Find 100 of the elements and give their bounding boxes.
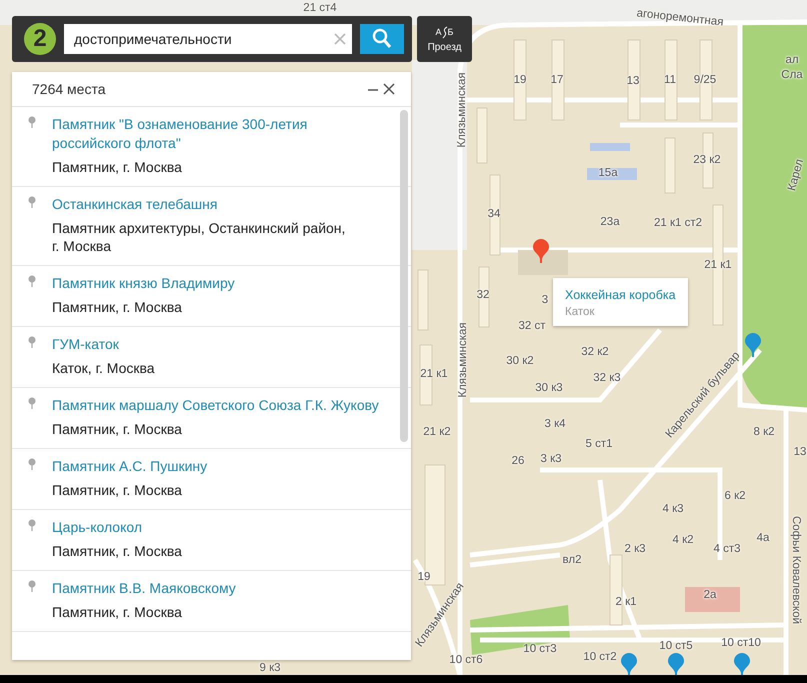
map-label: 30 к2 bbox=[506, 355, 534, 367]
pin-icon bbox=[28, 336, 36, 348]
popup-title[interactable]: Хоккейная коробка bbox=[565, 288, 676, 302]
map-label: 23 к2 bbox=[693, 154, 721, 166]
map-label: вл2 bbox=[562, 554, 582, 566]
map-label: 4 к3 bbox=[662, 503, 684, 515]
pin-icon bbox=[28, 196, 36, 208]
route-button[interactable]: А Б Проезд bbox=[417, 16, 472, 62]
map-label: 4 к2 bbox=[672, 534, 694, 546]
result-count: 7264 места bbox=[32, 81, 106, 97]
pin-icon bbox=[28, 580, 36, 592]
map-label: 10 ст3 bbox=[523, 643, 557, 655]
building-block bbox=[476, 108, 488, 164]
building-block bbox=[418, 270, 428, 330]
result-title-link[interactable]: Памятник В.В. Маяковскому bbox=[52, 579, 236, 598]
map-label: 32 bbox=[476, 289, 490, 301]
pin-icon bbox=[28, 458, 36, 470]
map-label: 10 ст2 bbox=[583, 651, 617, 663]
map-label: 3 к4 bbox=[544, 418, 566, 430]
map-label: Софьи Ковалевской bbox=[790, 516, 802, 624]
map-label: 26 bbox=[512, 455, 524, 467]
result-subtitle: Памятник, г. Москва bbox=[52, 298, 183, 316]
result-subtitle: Памятник архитектуры, Останкинский район, г. Москва bbox=[52, 219, 346, 255]
map-label: 4а bbox=[756, 532, 770, 544]
map-label: 21 ст4 bbox=[303, 2, 337, 14]
result-subtitle: Памятник, г. Москва bbox=[52, 603, 183, 621]
building-block bbox=[664, 138, 676, 194]
map-label: 2 к1 bbox=[615, 596, 637, 608]
map-label: Карел bbox=[786, 158, 806, 192]
map-label: 21 к1 bbox=[420, 368, 448, 380]
clear-button[interactable] bbox=[334, 33, 346, 45]
building-drawing bbox=[685, 587, 740, 612]
map-label: 34 bbox=[488, 208, 500, 220]
map-label: 3 bbox=[542, 294, 548, 306]
location-pin-icon[interactable] bbox=[667, 652, 685, 675]
building-block bbox=[478, 266, 490, 328]
pin-icon bbox=[28, 519, 36, 531]
result-subtitle: Каток, г. Москва bbox=[52, 359, 156, 377]
map-label: 10 ст6 bbox=[449, 654, 483, 666]
result-title-link[interactable]: Памятник А.С. Пушкину bbox=[52, 457, 208, 476]
map-label: 4 ст3 bbox=[714, 543, 740, 555]
building-block bbox=[610, 554, 622, 626]
map-label: 21 к2 bbox=[423, 426, 451, 438]
result-subtitle: Памятник, г. Москва bbox=[52, 420, 183, 438]
map-label: Клязьминская bbox=[457, 322, 469, 398]
location-pin-icon[interactable] bbox=[733, 652, 751, 675]
search-icon[interactable] bbox=[372, 28, 392, 50]
map-label: 32 ст bbox=[518, 320, 546, 332]
map-label: 15а bbox=[598, 167, 618, 179]
map-label: 19 bbox=[514, 74, 526, 86]
result-title-link[interactable]: Памятник маршалу Советского Союза Г.К. Жукову bbox=[52, 396, 379, 415]
pin-icon bbox=[28, 116, 36, 128]
result-subtitle: Памятник, г. Москва bbox=[52, 158, 183, 176]
pin-icon bbox=[28, 397, 36, 409]
result-title-link[interactable]: Памятник "В ознаменование 300-летия российского флота" bbox=[52, 115, 384, 153]
place-popup[interactable]: Хоккейная коробка Каток bbox=[553, 278, 688, 326]
search-field[interactable]: достопримечательности bbox=[64, 24, 352, 54]
map-label: 9/25 bbox=[694, 74, 716, 86]
search-button[interactable] bbox=[360, 24, 404, 54]
map-label: 21 к1 bbox=[704, 259, 732, 271]
result-title-link[interactable]: Царь-колокол bbox=[52, 518, 142, 537]
result-subtitle: Памятник, г. Москва bbox=[52, 542, 183, 560]
map-label: 2а bbox=[704, 589, 716, 601]
map-label: 10 ст5 bbox=[659, 640, 693, 652]
location-pin-icon[interactable] bbox=[532, 238, 550, 264]
result-title-link[interactable]: Памятник князю Владимиру bbox=[52, 274, 235, 293]
map-label: 11 bbox=[664, 74, 676, 86]
map-label: 32 к2 bbox=[581, 346, 609, 358]
scrollbar-thumb[interactable] bbox=[400, 110, 408, 442]
result-subtitle: Памятник, г. Москва bbox=[52, 481, 183, 499]
map-label: 8 к2 bbox=[753, 426, 775, 438]
building-block bbox=[420, 344, 432, 406]
map-label: 23а bbox=[600, 216, 620, 228]
map-label: 10 ст10 bbox=[721, 637, 761, 649]
map-label: 13 bbox=[794, 446, 806, 458]
map-label: 2 к3 bbox=[624, 543, 646, 555]
school-building-drawing bbox=[587, 143, 637, 180]
location-pin-icon[interactable] bbox=[620, 652, 638, 675]
map-label: 21 к1 ст2 bbox=[654, 217, 702, 229]
map-label: Клязьминская bbox=[456, 72, 468, 148]
result-title-link[interactable]: ГУМ-каток bbox=[52, 335, 119, 354]
popup-subtitle: Каток bbox=[565, 306, 596, 318]
map-label: 13 bbox=[626, 75, 640, 87]
building-drawing bbox=[518, 250, 568, 275]
map-label: 19 bbox=[418, 571, 430, 583]
map-label: ал bbox=[785, 54, 799, 66]
map-label: 9 к3 bbox=[259, 662, 281, 674]
pin-icon bbox=[28, 275, 36, 287]
map-label: 30 к3 bbox=[535, 382, 563, 394]
location-pin-icon[interactable] bbox=[744, 332, 762, 358]
result-title-link[interactable]: Останкинская телебашня bbox=[52, 195, 218, 214]
map-label: 6 к2 bbox=[724, 490, 746, 502]
map-label: Сла bbox=[781, 69, 803, 81]
logo[interactable]: 2 bbox=[24, 23, 56, 55]
map-label: 17 bbox=[550, 74, 564, 86]
map-label: 5 ст1 bbox=[586, 438, 612, 450]
map-label: 3 к3 bbox=[540, 453, 562, 465]
map-label: 32 к3 bbox=[593, 372, 621, 384]
map-label: агоноремонтная bbox=[636, 7, 724, 29]
search-input[interactable]: достопримечательности bbox=[74, 27, 334, 51]
